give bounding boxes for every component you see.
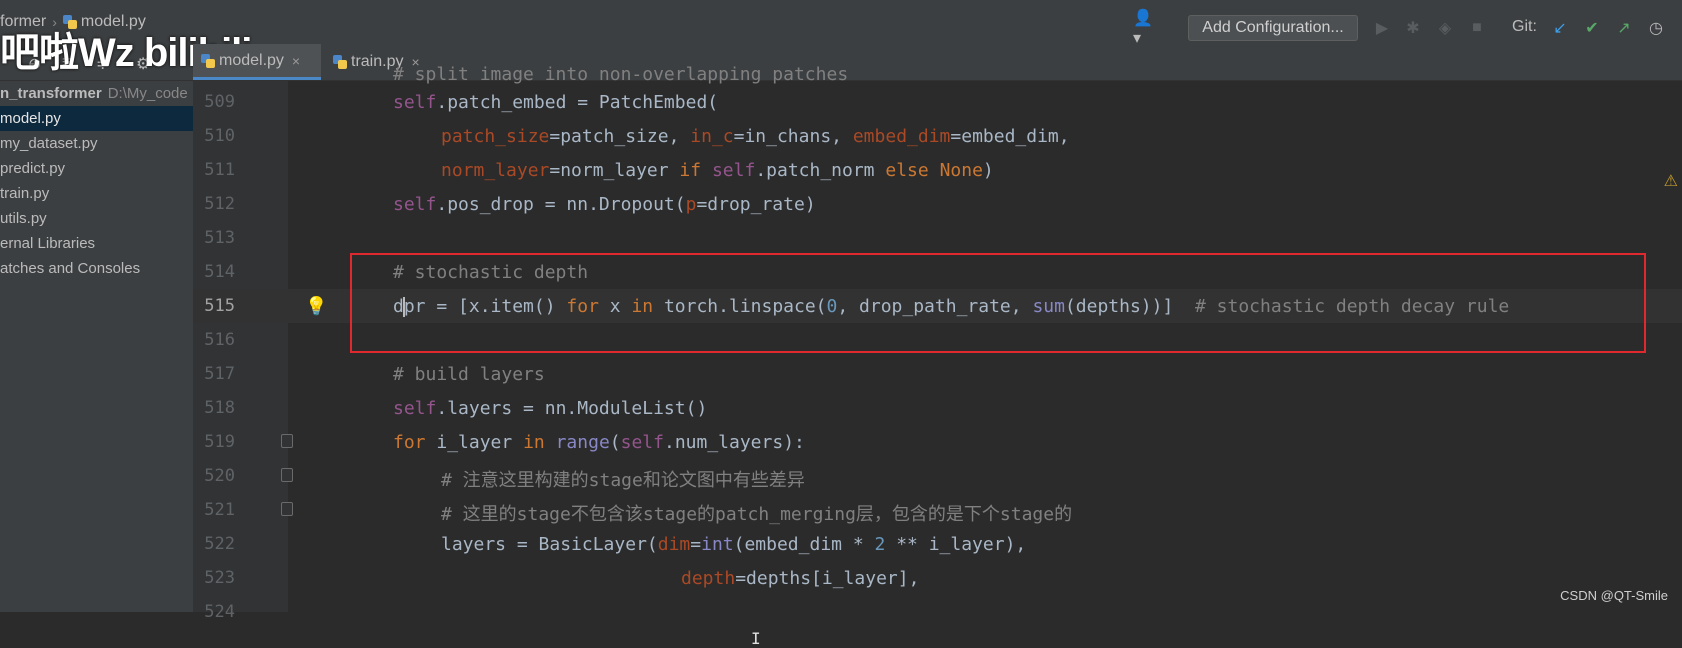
code-line[interactable]: 512 self.pos_drop = nn.Dropout(p=drop_ra… <box>193 187 1682 221</box>
top-navigation-bar: former › model.py 👤▾ Add Configuration..… <box>0 0 1682 47</box>
coverage-icon[interactable]: ◈ <box>1436 19 1454 37</box>
debug-icon[interactable]: ✱ <box>1404 19 1422 37</box>
git-push-icon[interactable]: ↗ <box>1615 19 1633 37</box>
code-text: depth=depths[i_layer], <box>681 568 920 589</box>
fold-icon[interactable] <box>281 468 293 482</box>
line-number: 510 <box>204 126 235 146</box>
line-number: 511 <box>204 160 235 180</box>
code-line[interactable]: 510 patch_size=patch_size, in_c=in_chans… <box>193 119 1682 153</box>
line-number: 512 <box>204 194 235 214</box>
line-number: 513 <box>204 228 235 248</box>
fold-icon[interactable] <box>281 502 293 516</box>
tree-item-scratches-consoles[interactable]: atches and Consoles <box>0 256 193 281</box>
code-text: norm_layer=norm_layer if self.patch_norm… <box>441 160 994 181</box>
line-number: 516 <box>204 330 235 350</box>
line-number: 509 <box>204 92 235 112</box>
project-panel: ⊕ ≡ ≑ ⚙ n_transformer D:\My_code model.py… <box>0 44 193 612</box>
code-text: # 这里的stage不包含该stage的patch_merging层，包含的是下… <box>441 504 1073 525</box>
code-line[interactable]: 521 # 这里的stage不包含该stage的patch_merging层，包… <box>193 493 1682 527</box>
line-number: 522 <box>204 534 235 554</box>
code-text: for i_layer in range(self.num_layers): <box>393 432 805 453</box>
tree-item-my-dataset[interactable]: my_dataset.py <box>0 131 193 156</box>
code-line[interactable]: 520 # 注意这里构建的stage和论文图中有些差异 <box>193 459 1682 493</box>
warning-icon[interactable]: ⚠ <box>1664 171 1678 191</box>
tree-root-path: D:\My_code <box>107 85 188 102</box>
code-text: self.layers = nn.ModuleList() <box>393 398 708 419</box>
code-text: # split image into non-overlapping patch… <box>393 64 849 85</box>
csdn-credit: CSDN @QT-Smile <box>1560 588 1668 603</box>
code-line[interactable]: 517 # build layers <box>193 357 1682 391</box>
tree-item-external-libraries[interactable]: ernal Libraries <box>0 231 193 256</box>
tree-root-name: n_transformer <box>0 85 102 102</box>
user-dropdown-icon[interactable]: 👤▾ <box>1133 10 1153 47</box>
line-number: 521 <box>204 500 235 520</box>
line-number: 519 <box>204 432 235 452</box>
stop-icon[interactable]: ■ <box>1468 19 1486 37</box>
code-line[interactable]: 519 for i_layer in range(self.num_layers… <box>193 425 1682 459</box>
line-number: 523 <box>204 568 235 588</box>
code-line[interactable]: 513 <box>193 221 1682 255</box>
annotation-highlight-box <box>350 253 1646 353</box>
line-number: 515 <box>204 296 235 316</box>
code-text: self.pos_drop = nn.Dropout(p=drop_rate) <box>393 194 816 215</box>
git-label: Git: <box>1512 18 1537 35</box>
code-text: # 注意这里构建的stage和论文图中有些差异 <box>441 470 805 491</box>
code-text: patch_size=patch_size, in_c=in_chans, em… <box>441 126 1070 147</box>
tree-item-utils[interactable]: utils.py <box>0 206 193 231</box>
code-line[interactable]: 509 self.patch_embed = PatchEmbed( <box>193 85 1682 119</box>
line-number: 520 <box>204 466 235 486</box>
add-configuration-button[interactable]: Add Configuration... <box>1188 15 1358 41</box>
git-commit-icon[interactable]: ✔ <box>1583 19 1601 37</box>
line-number: 517 <box>204 364 235 384</box>
line-number: 514 <box>204 262 235 282</box>
history-icon[interactable]: ◷ <box>1647 19 1665 37</box>
lightbulb-icon[interactable]: 💡 <box>305 296 327 317</box>
code-line[interactable]: 523 depth=depths[i_layer], <box>193 561 1682 595</box>
git-update-icon[interactable]: ↙ <box>1551 19 1569 37</box>
tree-item-model[interactable]: model.py <box>0 106 193 131</box>
run-icon[interactable]: ▶ <box>1373 19 1391 37</box>
fold-icon[interactable] <box>281 434 293 448</box>
code-line[interactable]: 518 self.layers = nn.ModuleList() <box>193 391 1682 425</box>
tree-item-train[interactable]: train.py <box>0 181 193 206</box>
code-text: layers = BasicLayer(dim=int(embed_dim * … <box>441 534 1027 555</box>
project-tree: n_transformer D:\My_code model.py my_data… <box>0 81 193 281</box>
code-line[interactable]: 522 layers = BasicLayer(dim=int(embed_di… <box>193 527 1682 561</box>
tree-root[interactable]: n_transformer D:\My_code <box>0 81 193 106</box>
code-line[interactable]: 524 <box>193 595 1682 629</box>
mouse-cursor-icon: I <box>751 629 761 648</box>
line-number: 524 <box>204 602 235 622</box>
tree-item-predict[interactable]: predict.py <box>0 156 193 181</box>
code-text: # build layers <box>393 364 545 385</box>
code-line[interactable]: 511 norm_layer=norm_layer if self.patch_… <box>193 153 1682 187</box>
code-text: self.patch_embed = PatchEmbed( <box>393 92 719 113</box>
line-number: 518 <box>204 398 235 418</box>
